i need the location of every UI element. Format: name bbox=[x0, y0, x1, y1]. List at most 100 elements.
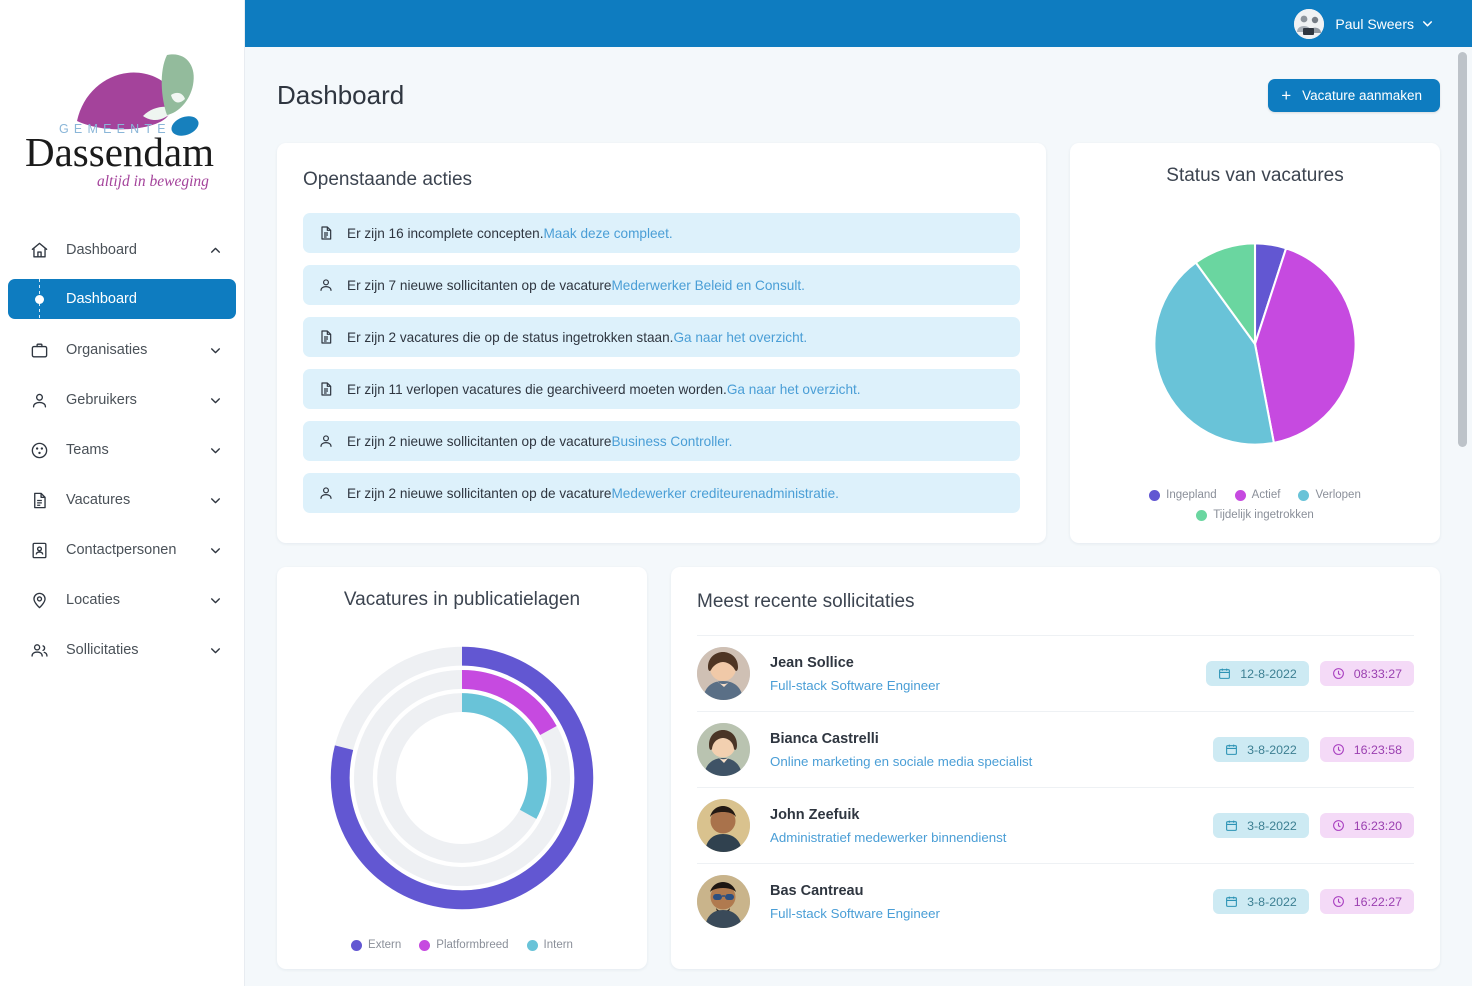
svg-text:altijd in beweging: altijd in beweging bbox=[97, 173, 209, 190]
date-value: 3-8-2022 bbox=[1247, 743, 1297, 757]
time-value: 16:22:27 bbox=[1354, 895, 1402, 909]
radial-chart-svg[interactable] bbox=[317, 633, 607, 923]
create-vacancy-button[interactable]: + Vacature aanmaken bbox=[1268, 79, 1440, 112]
sidebar-item-label: Locaties bbox=[66, 592, 208, 608]
chevron-down-icon bbox=[208, 593, 222, 607]
applicant-job[interactable]: Online marketing en sociale media specia… bbox=[770, 754, 1213, 769]
sidebar-item-teams[interactable]: Teams bbox=[8, 425, 236, 475]
legend-item-tijdelijk-ingetrokken[interactable]: Tijdelijk ingetrokken bbox=[1196, 509, 1314, 521]
clock-icon bbox=[1332, 895, 1346, 909]
page-scrollbar[interactable] bbox=[1458, 52, 1467, 942]
scrollbar-thumb[interactable] bbox=[1458, 52, 1467, 447]
legend-swatch bbox=[419, 940, 430, 951]
legend-item-platformbreed[interactable]: Platformbreed bbox=[419, 939, 508, 951]
legend-item-verlopen[interactable]: Verlopen bbox=[1298, 489, 1360, 501]
applicant-job[interactable]: Administratief medewerker binnendienst bbox=[770, 830, 1213, 845]
action-link[interactable]: Medewerker crediteurenadministratie. bbox=[611, 486, 838, 501]
action-link[interactable]: Mederwerker Beleid en Consult. bbox=[611, 278, 804, 293]
applicant-name: Bianca Castrelli bbox=[770, 731, 1213, 747]
sidebar-item-dashboard-sub[interactable]: Dashboard bbox=[8, 279, 236, 319]
bullet-dot-icon bbox=[28, 279, 50, 319]
legend-label: Ingepland bbox=[1166, 489, 1217, 501]
radial-legend: Extern Platformbreed Intern bbox=[293, 939, 631, 951]
list-item[interactable]: Jean Sollice Full-stack Software Enginee… bbox=[697, 635, 1414, 711]
sidebar-item-gebruikers[interactable]: Gebruikers bbox=[8, 375, 236, 425]
user-name-label: Paul Sweers bbox=[1335, 16, 1414, 32]
time-value: 08:33:27 bbox=[1354, 667, 1402, 681]
sidebar-item-label: Gebruikers bbox=[66, 392, 208, 408]
list-item[interactable]: Bas Cantreau Full-stack Software Enginee… bbox=[697, 863, 1414, 939]
action-link[interactable]: Maak deze compleet. bbox=[543, 226, 672, 241]
radial-bar[interactable] bbox=[462, 703, 537, 815]
open-actions-title: Openstaande acties bbox=[303, 169, 1020, 191]
page-header: Dashboard + Vacature aanmaken bbox=[277, 47, 1440, 143]
legend-item-intern[interactable]: Intern bbox=[527, 939, 573, 951]
team-icon bbox=[28, 439, 50, 461]
legend-item-ingepland[interactable]: Ingepland bbox=[1149, 489, 1217, 501]
action-link[interactable]: Ga naar het overzicht. bbox=[727, 382, 861, 397]
page-content: Dashboard + Vacature aanmaken Openstaand… bbox=[245, 47, 1472, 986]
sidebar-item-sollicitaties[interactable]: Sollicitaties bbox=[8, 625, 236, 675]
action-item[interactable]: Er zijn 16 incomplete concepten. Maak de… bbox=[303, 213, 1020, 253]
legend-swatch bbox=[1235, 490, 1246, 501]
legend-item-actief[interactable]: Actief bbox=[1235, 489, 1281, 501]
top-bar: Paul Sweers bbox=[245, 0, 1472, 47]
applicant-job[interactable]: Full-stack Software Engineer bbox=[770, 678, 1206, 693]
legend-label: Tijdelijk ingetrokken bbox=[1213, 509, 1314, 521]
sidebar-subitem-label: Dashboard bbox=[66, 291, 137, 307]
sidebar-item-locaties[interactable]: Locaties bbox=[8, 575, 236, 625]
sidebar-item-dashboard[interactable]: Dashboard bbox=[8, 225, 236, 275]
user-icon bbox=[317, 433, 334, 450]
list-item[interactable]: Bianca Castrelli Online marketing en soc… bbox=[697, 711, 1414, 787]
action-item[interactable]: Er zijn 2 nieuwe sollicitanten op de vac… bbox=[303, 473, 1020, 513]
applicant-name: Jean Sollice bbox=[770, 655, 1206, 671]
action-item[interactable]: Er zijn 11 verlopen vacatures die gearch… bbox=[303, 369, 1020, 409]
action-item[interactable]: Er zijn 7 nieuwe sollicitanten op de vac… bbox=[303, 265, 1020, 305]
legend-swatch bbox=[351, 940, 362, 951]
svg-text:Dassendam: Dassendam bbox=[25, 129, 214, 175]
applicant-badges: 12-8-2022 08:33:27 bbox=[1206, 661, 1414, 686]
open-actions-card: Openstaande acties Er zijn 16 incomplete… bbox=[277, 143, 1046, 543]
action-text: Er zijn 2 vacatures die op de status ing… bbox=[347, 330, 673, 345]
action-item[interactable]: Er zijn 2 nieuwe sollicitanten op de vac… bbox=[303, 421, 1020, 461]
applicant-info: John Zeefuik Administratief medewerker b… bbox=[770, 807, 1213, 845]
applicant-info: Bas Cantreau Full-stack Software Enginee… bbox=[770, 883, 1213, 921]
legend-item-extern[interactable]: Extern bbox=[351, 939, 401, 951]
home-icon bbox=[28, 239, 50, 261]
applicant-info: Bianca Castrelli Online marketing en soc… bbox=[770, 731, 1213, 769]
date-value: 3-8-2022 bbox=[1247, 819, 1297, 833]
avatar bbox=[697, 723, 750, 776]
sidebar-item-label: Sollicitaties bbox=[66, 642, 208, 658]
applicant-job[interactable]: Full-stack Software Engineer bbox=[770, 906, 1213, 921]
pie-chart-title: Status van vacatures bbox=[1086, 165, 1424, 187]
sidebar-subnav: Dashboard bbox=[8, 275, 236, 325]
sidebar-item-contactpersonen[interactable]: Contactpersonen bbox=[8, 525, 236, 575]
applicant-name: Bas Cantreau bbox=[770, 883, 1213, 899]
pie-chart-svg[interactable] bbox=[1126, 215, 1384, 473]
sidebar-item-organisaties[interactable]: Organisaties bbox=[8, 325, 236, 375]
legend-swatch bbox=[527, 940, 538, 951]
action-link[interactable]: Ga naar het overzicht. bbox=[673, 330, 807, 345]
dassendam-logo-icon: GEMEENTE Dassendam altijd in beweging bbox=[15, 43, 230, 193]
contact-card-icon bbox=[28, 539, 50, 561]
legend-label: Extern bbox=[368, 939, 401, 951]
legend-swatch bbox=[1196, 510, 1207, 521]
clock-icon bbox=[1332, 743, 1346, 757]
vacancy-status-chart-card: Status van vacatures Ingepland bbox=[1070, 143, 1440, 543]
action-item[interactable]: Er zijn 2 vacatures die op de status ing… bbox=[303, 317, 1020, 357]
brand-logo[interactable]: GEMEENTE Dassendam altijd in beweging bbox=[0, 0, 244, 225]
action-link[interactable]: Business Controller. bbox=[611, 434, 732, 449]
sidebar-item-label: Vacatures bbox=[66, 492, 208, 508]
sidebar-item-vacatures[interactable]: Vacatures bbox=[8, 475, 236, 525]
calendar-icon bbox=[1225, 895, 1239, 909]
applicant-badges: 3-8-2022 16:23:58 bbox=[1213, 737, 1414, 762]
chevron-down-icon bbox=[208, 343, 222, 357]
user-menu[interactable]: Paul Sweers bbox=[1294, 9, 1434, 39]
recent-applications-card: Meest recente sollicitaties Jean Sollice… bbox=[671, 567, 1440, 969]
clock-icon bbox=[1332, 819, 1346, 833]
briefcase-icon bbox=[28, 339, 50, 361]
chevron-down-icon[interactable] bbox=[1421, 17, 1434, 30]
list-item[interactable]: John Zeefuik Administratief medewerker b… bbox=[697, 787, 1414, 863]
time-badge: 16:23:58 bbox=[1320, 737, 1414, 762]
date-badge: 3-8-2022 bbox=[1213, 889, 1309, 914]
